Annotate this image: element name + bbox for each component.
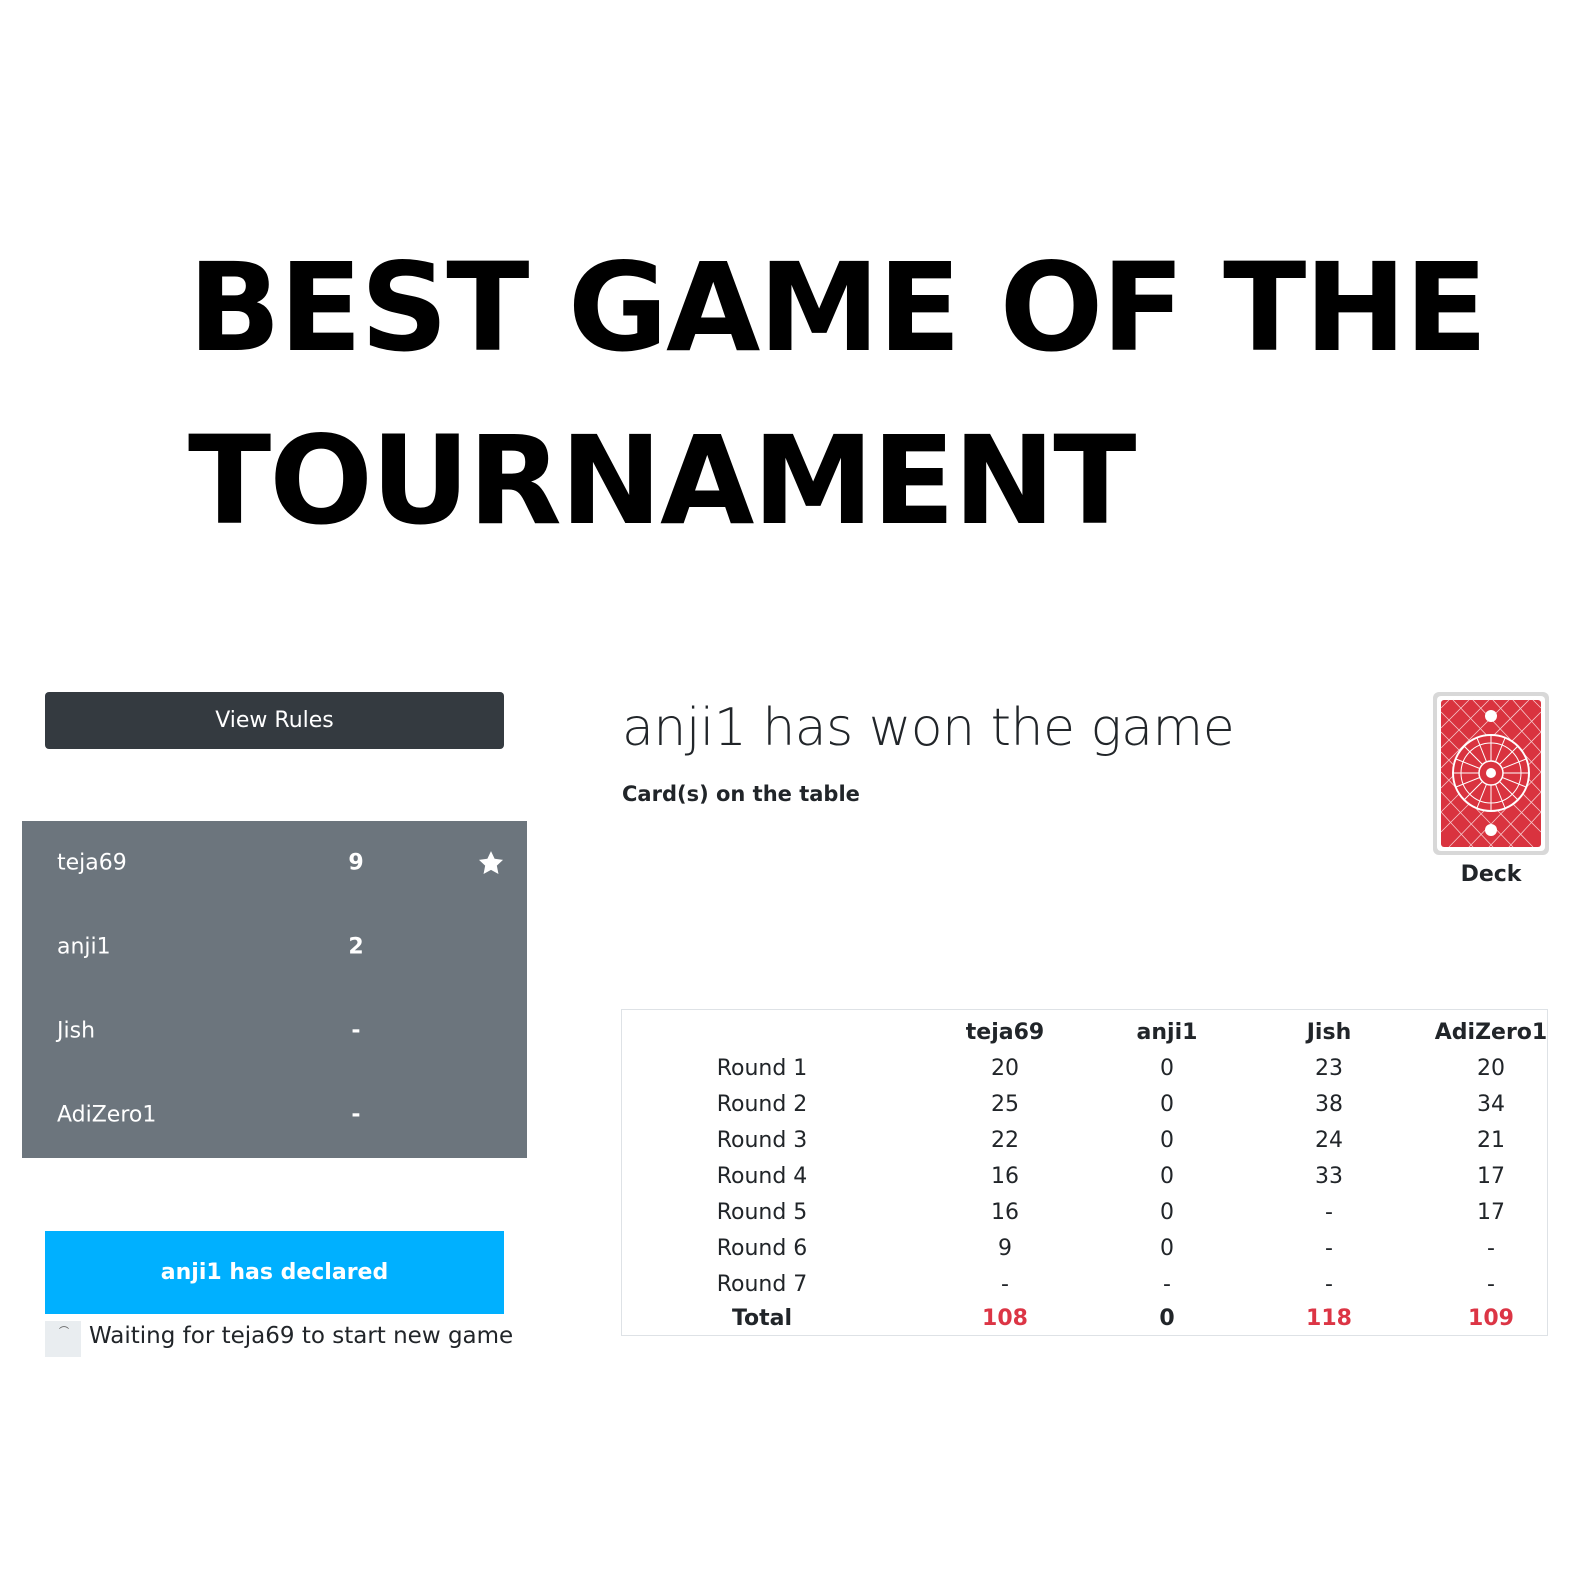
declared-banner: anji1 has declared (45, 1231, 504, 1314)
player-name: anji1 (57, 934, 111, 960)
score-cell: - (1325, 1272, 1333, 1297)
score-cell: 25 (991, 1092, 1019, 1117)
round-label: Round 7 (716, 1272, 808, 1297)
column-header: Jish (1306, 1020, 1352, 1045)
game-result-title: anji1 has won the game (622, 698, 1235, 758)
score-cell: - (1325, 1200, 1333, 1225)
waiting-text: Waiting for teja69 to start new game (89, 1323, 514, 1349)
score-cell: 9 (998, 1236, 1012, 1261)
score-cell: 20 (1477, 1056, 1505, 1081)
player-score: - (351, 1102, 361, 1128)
player-name: teja69 (57, 850, 127, 876)
deck-label: Deck (1460, 862, 1522, 887)
column-header: anji1 (1136, 1020, 1198, 1045)
score-cell: 21 (1477, 1128, 1505, 1153)
loading-image-icon: ⌒ (45, 1321, 81, 1357)
headline-line-2: TOURNAMENT (188, 410, 1137, 552)
score-cell: - (1487, 1272, 1495, 1297)
waiting-status: ⌒ Waiting for teja69 to start new game (45, 1321, 515, 1357)
column-header: teja69 (965, 1020, 1045, 1045)
score-cell: - (1001, 1272, 1009, 1297)
total-label: Total (731, 1306, 793, 1331)
score-cell: 33 (1315, 1164, 1343, 1189)
view-rules-button[interactable]: View Rules (45, 692, 504, 749)
player-list: teja69 9 anji1 2 Jish - AdiZero1 - (22, 821, 527, 1158)
star-icon (478, 851, 504, 874)
score-cell: 0 (1160, 1164, 1174, 1189)
total-cell: 118 (1306, 1306, 1352, 1331)
score-cell: 0 (1160, 1056, 1174, 1081)
total-cell: 109 (1468, 1306, 1514, 1331)
score-cell: 16 (991, 1200, 1019, 1225)
deck-card[interactable] (1433, 692, 1549, 855)
round-label: Round 6 (716, 1236, 808, 1261)
score-cell: 0 (1160, 1128, 1174, 1153)
score-cell: 16 (991, 1164, 1019, 1189)
column-header: AdiZero1 (1434, 1020, 1548, 1045)
score-cell: 20 (991, 1056, 1019, 1081)
score-cell: 34 (1477, 1092, 1505, 1117)
player-score: 2 (348, 934, 364, 960)
player-row-anji1: anji1 2 (22, 905, 527, 989)
total-cell: 0 (1159, 1306, 1175, 1331)
headline-line-1: BEST GAME OF THE (188, 237, 1488, 379)
score-cell: 38 (1315, 1092, 1343, 1117)
player-name: AdiZero1 (57, 1102, 157, 1128)
round-label: Round 3 (716, 1128, 808, 1153)
score-cell: 17 (1477, 1164, 1505, 1189)
score-cell: 24 (1315, 1128, 1343, 1153)
table-cards-label: Card(s) on the table (622, 782, 860, 806)
total-cell: 108 (982, 1306, 1028, 1331)
round-label: Round 4 (716, 1164, 808, 1189)
score-cell: - (1487, 1236, 1495, 1261)
score-cell: 0 (1160, 1092, 1174, 1117)
player-row-teja69: teja69 9 (22, 821, 527, 905)
player-name: Jish (57, 1018, 96, 1044)
score-cell: - (1325, 1236, 1333, 1261)
player-score: - (351, 1018, 361, 1044)
player-row-adizero1: AdiZero1 - (22, 1073, 527, 1157)
score-cell: 23 (1315, 1056, 1343, 1081)
page-headline: BEST GAME OF THE TOURNAMENT (188, 222, 1488, 568)
round-label: Round 2 (716, 1092, 808, 1117)
score-cell: 22 (991, 1128, 1019, 1153)
round-label: Round 5 (716, 1200, 808, 1225)
score-cell: - (1163, 1272, 1171, 1297)
player-score: 9 (348, 850, 364, 876)
round-label: Round 1 (716, 1056, 808, 1081)
score-cell: 0 (1160, 1236, 1174, 1261)
card-back-icon (1437, 696, 1545, 851)
player-row-jish: Jish - (22, 989, 527, 1073)
score-cell: 0 (1160, 1200, 1174, 1225)
scoreboard-table: teja69 anji1 Jish AdiZero1 Round 1 20 0 … (621, 1009, 1548, 1336)
score-cell: 17 (1477, 1200, 1505, 1225)
